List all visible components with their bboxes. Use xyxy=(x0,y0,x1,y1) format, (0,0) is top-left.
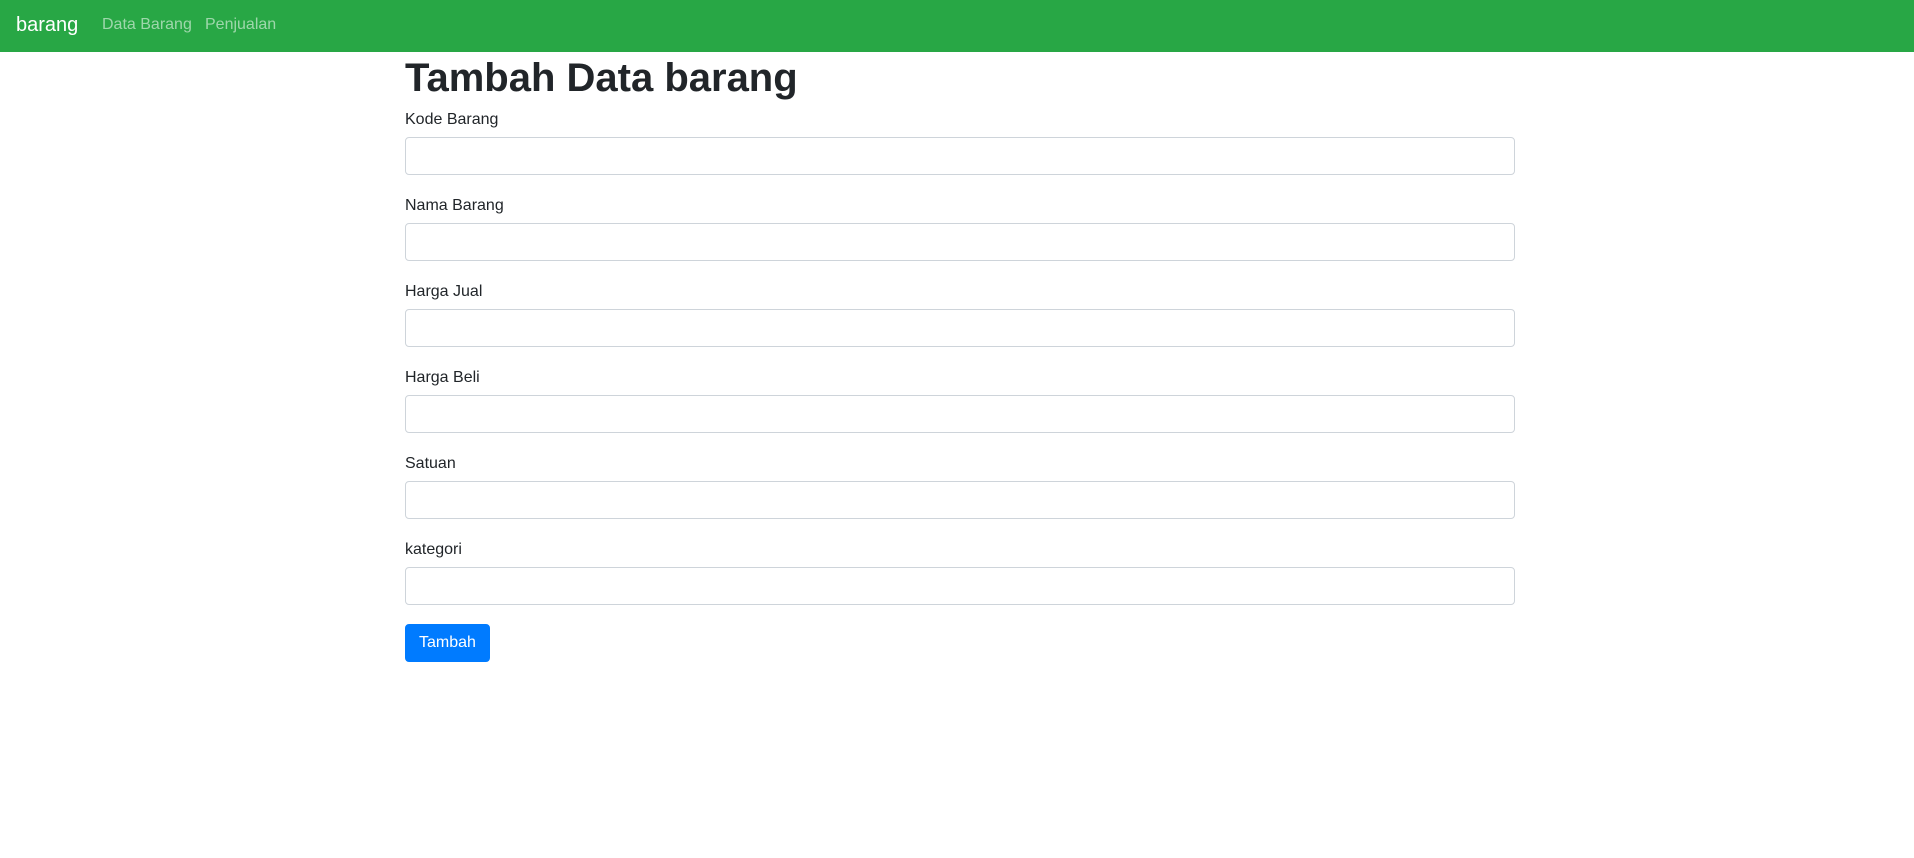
harga-beli-label: Harga Beli xyxy=(405,369,480,386)
page-title: Tambah Data barang xyxy=(405,56,798,100)
nama-barang-input[interactable] xyxy=(405,223,1515,261)
satuan-input[interactable] xyxy=(405,481,1515,519)
navbar-brand[interactable]: barang xyxy=(16,13,78,37)
top-navbar: barang Data Barang Penjualan xyxy=(0,0,1914,52)
kategori-label: kategori xyxy=(405,541,462,558)
tambah-button[interactable]: Tambah xyxy=(405,624,490,662)
nav-link-penjualan[interactable]: Penjualan xyxy=(205,15,276,35)
nav-link-data-barang[interactable]: Data Barang xyxy=(102,15,192,35)
kode-barang-input[interactable] xyxy=(405,137,1515,175)
harga-jual-label: Harga Jual xyxy=(405,283,483,300)
harga-jual-input[interactable] xyxy=(405,309,1515,347)
kode-barang-label: Kode Barang xyxy=(405,111,499,128)
satuan-label: Satuan xyxy=(405,455,456,472)
kategori-input[interactable] xyxy=(405,567,1515,605)
nama-barang-label: Nama Barang xyxy=(405,197,504,214)
harga-beli-input[interactable] xyxy=(405,395,1515,433)
